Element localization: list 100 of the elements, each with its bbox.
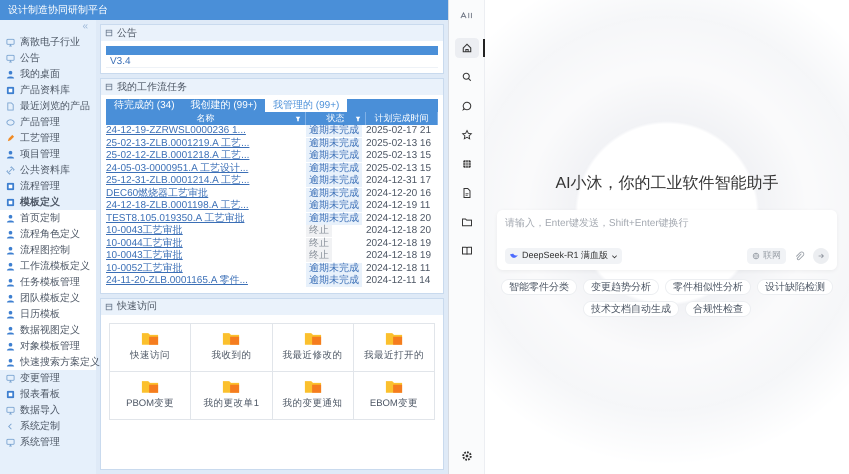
model-selector[interactable]: DeepSeek-R1 满血版 — [505, 248, 622, 264]
task-link[interactable]: 24-11-20-ZLB.0001165.A 零件... — [106, 275, 248, 286]
shortcut-tile[interactable]: 快速访问 — [110, 324, 192, 372]
sidebar-subitem[interactable]: 对象模板管理 — [0, 338, 96, 354]
tab[interactable]: 我管理的 (99+) — [264, 99, 348, 112]
shortcut-tile[interactable]: PBOM变更 — [110, 372, 192, 420]
sidebar-item[interactable]: 系统管理 — [0, 434, 96, 450]
suggestion-chip[interactable]: 零件相似性分析 — [665, 279, 751, 295]
suggestion-chip[interactable]: 设计缺陷检测 — [757, 279, 833, 295]
sidebar-subitem[interactable]: 日历模板 — [0, 306, 96, 322]
announcement-link[interactable]: V3.4 — [106, 55, 438, 68]
sidebar-item[interactable]: 公告 — [0, 50, 96, 66]
panel-title: 公告 — [117, 26, 137, 40]
chat-icon — [460, 100, 472, 112]
shortcut-tile[interactable]: 我的变更通知 — [272, 372, 354, 420]
task-link[interactable]: 24-12-19-ZZRWSL0000236 1... — [106, 125, 246, 136]
task-link[interactable]: 10-0043工艺审批 — [106, 250, 183, 262]
disk-icon — [6, 118, 15, 126]
chat-input-field[interactable]: 请输入，Enter键发送，Shift+Enter键换行 — [505, 216, 829, 231]
sidebar-item[interactable]: 数据导入 — [0, 402, 96, 418]
assistant-heading: AI小沐，你的工业软件智能助手 — [555, 174, 779, 194]
status-tag: 终止 — [306, 250, 332, 262]
monitor-icon — [6, 438, 15, 446]
sidebar-subitem[interactable]: 流程图控制 — [0, 242, 96, 258]
table-cell: 2024-12-18 19 — [366, 238, 432, 249]
shortcut-tile[interactable]: EBOM变更 — [354, 372, 435, 420]
table-cell: 2025-02-13 15 — [366, 162, 432, 174]
sidebar-subitem[interactable]: 数据视图定义 — [0, 322, 96, 338]
shortcut-label: 我最近打开的 — [364, 348, 424, 363]
tab[interactable]: 我创建的 (99+) — [182, 99, 265, 112]
sidebar-item[interactable]: 模板定义 — [0, 194, 96, 210]
task-link[interactable]: 24-05-03-0000951.A 工艺设计... — [106, 162, 248, 174]
shortcut-tile[interactable]: 我的更改单1 — [191, 372, 272, 420]
table-cell: 2024-12-18 19 — [366, 250, 432, 262]
sidebar-item[interactable]: 公共资料库 — [0, 162, 96, 178]
sidebar-item[interactable]: 变更管理 — [0, 370, 96, 386]
sidebar-item[interactable]: 报表看板 — [0, 386, 96, 402]
paperclip-icon[interactable] — [794, 250, 805, 262]
sidebar-item[interactable]: 产品资料库 — [0, 82, 96, 98]
status-tag: 逾期未完成 — [306, 262, 362, 275]
filter-icon[interactable] — [295, 116, 301, 122]
task-link[interactable]: 25-12-31-ZLB.0001214.A 工艺... — [106, 175, 250, 186]
sidebar-item[interactable]: 最近浏览的产品 — [0, 98, 96, 114]
tab[interactable]: 待完成的 (34) — [106, 99, 183, 112]
person-icon — [6, 358, 15, 366]
table-cell: 2024-12-11 14 — [366, 275, 430, 286]
table-cell: 2024-12-31 17 — [366, 175, 432, 186]
suggestion-chip[interactable]: 变更趋势分析 — [583, 279, 659, 295]
logo-icon — [460, 12, 474, 19]
person-icon — [6, 278, 15, 286]
sidebar-item[interactable]: 系统定制 — [0, 418, 96, 434]
active-indicator — [482, 39, 484, 57]
sidebar-subitem[interactable]: 团队模板定义 — [0, 290, 96, 306]
task-link[interactable]: 25-02-12-ZLB.0001218.A 工艺... — [106, 150, 250, 162]
sidebar-subitem[interactable]: 流程角色定义 — [0, 226, 96, 242]
person-icon — [6, 246, 15, 254]
status-tag: 逾期未完成 — [306, 188, 362, 200]
filter-icon[interactable] — [355, 116, 361, 122]
shortcut-tile[interactable]: 我收到的 — [191, 324, 272, 372]
sidebar-item[interactable]: 我的桌面 — [0, 66, 96, 82]
panel-title: 快速访问 — [117, 300, 157, 314]
status-tag: 逾期未完成 — [306, 125, 362, 138]
suggestion-chip[interactable]: 智能零件分类 — [501, 279, 577, 295]
shortcut-label: 我最近修改的 — [282, 348, 343, 363]
home-icon — [460, 42, 472, 54]
shortcut-label: 我的更改单1 — [204, 396, 260, 411]
sidebar-item[interactable]: 流程管理 — [0, 178, 96, 194]
task-link[interactable]: 10-0043工艺审批 — [106, 225, 183, 236]
suggestion-chip[interactable]: 技术文档自动生成 — [583, 301, 679, 317]
task-link[interactable]: TEST8.105.019350.A 工艺审批 — [106, 212, 244, 224]
board-icon — [6, 86, 15, 94]
person-icon — [6, 342, 15, 350]
sidebar-item[interactable]: 项目管理 — [0, 146, 96, 162]
folder-icon — [141, 330, 160, 346]
column-header: 状态 — [326, 112, 344, 124]
document-icon — [6, 102, 15, 110]
task-link[interactable]: 10-0044工艺审批 — [106, 238, 183, 249]
task-link[interactable]: 25-02-13-ZLB.0001219.A 工艺... — [106, 138, 250, 149]
table-cell: 2025-02-13 15 — [366, 150, 432, 162]
sidebar-subitem[interactable]: 首页定制 — [0, 210, 96, 226]
table-cell: 2024-12-18 11 — [366, 262, 430, 274]
shortcut-tile[interactable]: 我最近打开的 — [354, 324, 435, 372]
suggestion-chip[interactable]: 合规性检查 — [685, 301, 751, 317]
sidebar-item[interactable]: 产品管理 — [0, 114, 96, 130]
shortcut-label: 我的变更通知 — [282, 396, 343, 411]
sidebar-item[interactable]: 离散电子行业 — [0, 34, 96, 50]
folder-icon — [460, 216, 472, 228]
grid-icon — [460, 158, 472, 170]
sidebar-item[interactable]: 工艺管理 — [0, 130, 96, 146]
star-icon — [460, 129, 472, 141]
panel-icon — [105, 29, 113, 37]
sidebar-subitem[interactable]: 任务模板管理 — [0, 274, 96, 290]
task-link[interactable]: 24-12-18-ZLB.0001198.A 工艺... — [106, 200, 249, 212]
shortcut-tile[interactable]: 我最近修改的 — [272, 324, 354, 372]
status-tag: 逾期未完成 — [306, 162, 362, 175]
task-link[interactable]: DEC60燃烧器工艺审批 — [106, 188, 208, 199]
sidebar-subitem[interactable]: 工作流模板定义 — [0, 258, 96, 274]
task-link[interactable]: 10-0052工艺审批 — [106, 262, 183, 274]
panel-title: 我的工作流任务 — [117, 80, 187, 94]
person-icon — [6, 70, 15, 78]
